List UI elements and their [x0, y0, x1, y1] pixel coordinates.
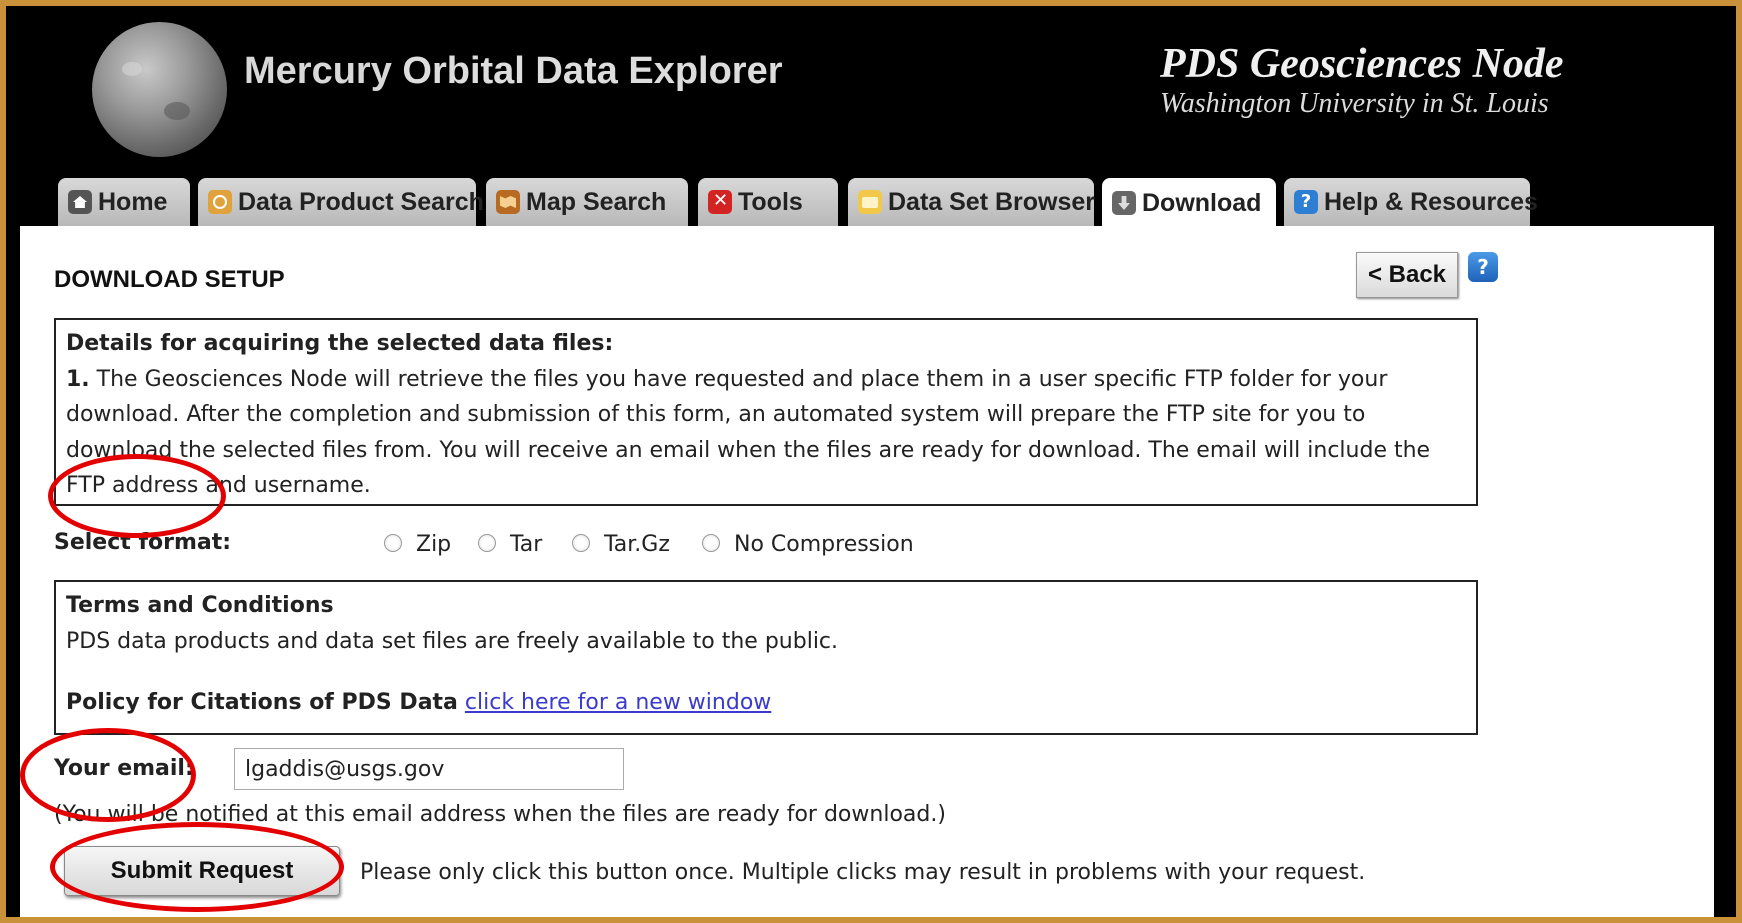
radio-label: Zip — [416, 532, 452, 557]
tab-map-search[interactable]: Map Search — [486, 178, 688, 226]
main-content: DOWNLOAD SETUP < Back ? Details for acqu… — [20, 228, 1714, 917]
download-icon — [1112, 191, 1136, 215]
page-title: DOWNLOAD SETUP — [54, 266, 285, 293]
radio-button[interactable] — [384, 533, 402, 552]
app-title-part1: Mercury — [244, 50, 392, 92]
help-icon[interactable]: ? — [1468, 252, 1498, 282]
details-body: The Geosciences Node will retrieve the f… — [66, 366, 1431, 499]
submit-note: Please only click this button once. Mult… — [360, 860, 1366, 885]
home-icon — [68, 190, 92, 214]
folder-icon — [858, 190, 882, 214]
email-note: (You will be notified at this email addr… — [54, 802, 946, 827]
node-subtitle: Washington University in St. Louis — [1160, 88, 1549, 119]
tools-icon — [708, 190, 732, 214]
radio-button[interactable] — [478, 533, 496, 552]
tab-label: Tools — [738, 187, 803, 216]
details-heading: Details for acquiring the selected data … — [66, 331, 614, 356]
window-frame: Mercury Orbital Data Explorer PDS Geosci… — [0, 0, 1742, 923]
tab-label: Map Search — [526, 187, 667, 216]
tab-download[interactable]: Download — [1102, 178, 1276, 228]
terms-text: PDS data products and data set files are… — [66, 628, 839, 654]
details-text: 1. The Geosciences Node will retrieve th… — [66, 362, 1466, 504]
search-icon — [208, 190, 232, 214]
policy-line: Policy for Citations of PDS Data click h… — [66, 685, 1466, 721]
tab-data-product-search[interactable]: Data Product Search — [198, 178, 484, 226]
tab-label: Download — [1142, 188, 1262, 217]
terms-box: Terms and Conditions PDS data products a… — [54, 580, 1478, 735]
radio-label: Tar.Gz — [604, 532, 670, 557]
details-box: Details for acquiring the selected data … — [54, 318, 1478, 506]
map-icon — [496, 190, 520, 214]
format-option-targz[interactable]: Tar.Gz — [572, 532, 670, 557]
tab-label: Data Set Browser — [888, 187, 1096, 216]
step-number: 1. — [66, 366, 90, 392]
radio-button[interactable] — [702, 533, 720, 552]
back-button[interactable]: < Back — [1356, 252, 1458, 298]
format-row: Select format: Zip Tar Tar.Gz No Compres… — [54, 520, 1454, 564]
node-title: PDS Geosciences Node — [1160, 41, 1564, 87]
header-banner: Mercury Orbital Data Explorer PDS Geosci… — [20, 6, 1714, 228]
tab-label: Data Product Search — [238, 187, 484, 216]
radio-label: No Compression — [734, 532, 914, 557]
tab-label: Home — [98, 187, 168, 216]
format-label: Select format: — [54, 530, 232, 555]
tab-help-resources[interactable]: ? Help & Resources — [1284, 178, 1538, 226]
policy-label: Policy for Citations of PDS Data — [66, 690, 458, 715]
terms-heading: Terms and Conditions — [66, 593, 334, 618]
app-title-part2: Orbital Data Explorer — [402, 50, 783, 92]
tab-data-set-browser[interactable]: Data Set Browser — [848, 178, 1096, 226]
mercury-planet-logo — [92, 22, 227, 157]
tab-home[interactable]: Home — [58, 178, 190, 226]
tab-tools[interactable]: Tools — [698, 178, 838, 226]
submit-request-button[interactable]: Submit Request — [64, 846, 340, 896]
policy-link[interactable]: click here for a new window — [465, 690, 771, 715]
tab-label: Help & Resources — [1324, 187, 1538, 216]
help-icon: ? — [1294, 190, 1318, 214]
page: Mercury Orbital Data Explorer PDS Geosci… — [16, 6, 1714, 917]
radio-label: Tar — [510, 532, 543, 557]
format-option-no-compression[interactable]: No Compression — [702, 532, 914, 557]
email-label: Your email: — [54, 756, 194, 781]
email-row: Your email: — [54, 746, 1454, 796]
format-option-zip[interactable]: Zip — [384, 532, 451, 557]
app-title: Mercury Orbital Data Explorer — [244, 50, 783, 93]
email-field[interactable] — [234, 748, 624, 790]
radio-button[interactable] — [572, 533, 590, 552]
format-option-tar[interactable]: Tar — [478, 532, 542, 557]
